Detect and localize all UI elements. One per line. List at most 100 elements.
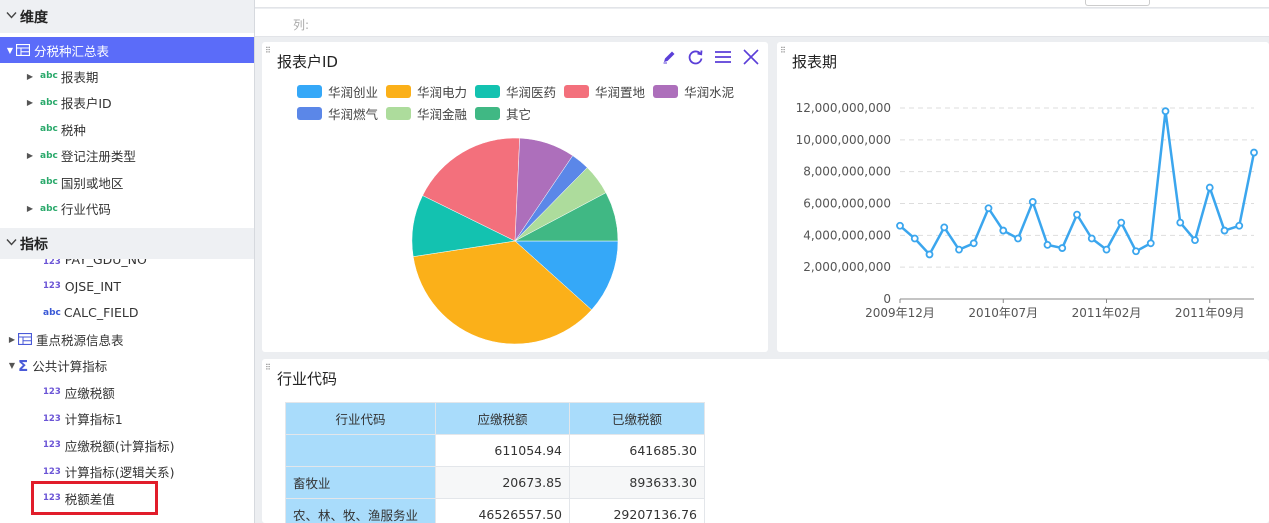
group-name: 公共计算指标 bbox=[32, 359, 108, 375]
data-point[interactable] bbox=[1102, 245, 1111, 254]
expand-down-icon[interactable]: ▼ bbox=[6, 361, 18, 370]
data-point[interactable] bbox=[1235, 221, 1244, 230]
table-cell: 46526557.50 bbox=[435, 498, 570, 523]
data-point[interactable] bbox=[896, 221, 904, 230]
table-cell: 893633.30 bbox=[569, 466, 705, 499]
data-point[interactable] bbox=[1043, 240, 1052, 249]
data-point[interactable] bbox=[940, 223, 949, 232]
field-label: 税种 bbox=[60, 122, 86, 138]
calc-field[interactable]: 123 应缴税额 bbox=[0, 379, 254, 406]
data-point[interactable] bbox=[955, 245, 963, 254]
expand-right-icon[interactable]: ▶ bbox=[24, 204, 36, 213]
table-node-selected[interactable]: ▼ 分税种汇总表 bbox=[0, 37, 254, 63]
data-point[interactable] bbox=[1073, 210, 1081, 219]
text-type-icon: abc bbox=[43, 307, 61, 318]
calc-field[interactable]: 123 应缴税额(计算指标) bbox=[0, 432, 254, 459]
cut-list-item: 123 PAY_GDU_NO bbox=[43, 259, 147, 267]
data-point[interactable] bbox=[1014, 234, 1022, 243]
text-type-icon: abc bbox=[40, 150, 58, 161]
field-label: 行业代码 bbox=[60, 202, 111, 218]
pie-chart bbox=[411, 137, 619, 345]
field-label: 登记注册类型 bbox=[60, 149, 136, 165]
table-cell bbox=[285, 434, 436, 467]
text-type-icon: abc bbox=[40, 177, 58, 188]
expand-right-icon[interactable]: ▶ bbox=[24, 72, 36, 81]
data-point[interactable] bbox=[969, 239, 978, 248]
text-type-icon: abc bbox=[40, 97, 58, 108]
data-point[interactable] bbox=[925, 250, 934, 259]
field-label: 应缴税额(计算指标) bbox=[64, 438, 175, 454]
metric-field-ojse[interactable]: 123 OJSE_INT bbox=[0, 273, 254, 300]
table-cell: 29207136.76 bbox=[569, 498, 705, 523]
number-type-icon: 123 bbox=[43, 466, 61, 477]
table-cell: 农、林、牧、渔服务业 bbox=[285, 498, 436, 523]
field-label: 计算指标(逻辑关系) bbox=[64, 465, 175, 481]
calc-field[interactable]: 123 计算指标1 bbox=[0, 406, 254, 433]
data-point[interactable] bbox=[1146, 239, 1155, 248]
y-tick-label: 6,000,000,000 bbox=[803, 197, 891, 211]
field-label: 计算指标1 bbox=[64, 412, 123, 428]
x-tick-label: 2011年09月 bbox=[1175, 306, 1245, 320]
data-point[interactable] bbox=[1161, 107, 1170, 116]
column-header[interactable]: 已缴税额 bbox=[569, 402, 705, 435]
data-point[interactable] bbox=[1220, 226, 1229, 235]
expand-right-icon[interactable]: ▶ bbox=[6, 335, 18, 344]
x-tick-label: 2009年12月 bbox=[865, 306, 935, 320]
field-sidebar: 维度 ▼ 分税种汇总表 ▶ abc 报表期 ▶ abc 报表户ID abc 税种 ▶ abc 登记注… bbox=[0, 0, 255, 523]
y-tick-label: 2,000,000,000 bbox=[803, 260, 891, 274]
pie-chart-panel: ⠿ 报表户ID 华润创业 华润电力 华润医药 华润置地 华润水泥 华润燃气 华润金融 其它 bbox=[262, 42, 768, 352]
data-point[interactable] bbox=[984, 204, 993, 213]
data-point[interactable] bbox=[1117, 218, 1126, 227]
data-point[interactable] bbox=[999, 226, 1008, 235]
x-tick-label: 2010年07月 bbox=[968, 306, 1038, 320]
y-tick-label: 12,000,000,000 bbox=[796, 101, 891, 115]
text-type-icon: abc bbox=[40, 203, 58, 214]
expand-down-icon[interactable]: ▼ bbox=[4, 46, 16, 55]
column-header[interactable]: 应缴税额 bbox=[435, 402, 570, 435]
line-chart: 0 2,000,000,000 4,000,000,000 6,000,000,000… bbox=[796, 101, 1258, 320]
column-header[interactable]: 行业代码 bbox=[285, 402, 436, 435]
dimension-field[interactable]: abc 税种 bbox=[0, 116, 254, 143]
data-point[interactable] bbox=[1205, 183, 1214, 192]
number-type-icon: 123 bbox=[43, 440, 61, 451]
dimension-field[interactable]: ▶ abc 报表户ID bbox=[0, 90, 254, 117]
sigma-icon: Σ bbox=[18, 356, 29, 375]
data-point[interactable] bbox=[1176, 218, 1185, 227]
chevron-down-icon[interactable] bbox=[6, 10, 17, 23]
dimension-field[interactable]: ▶ abc 行业代码 bbox=[0, 196, 254, 223]
chevron-down-icon[interactable] bbox=[6, 237, 17, 250]
table-header-row: 行业代码 应缴税额 已缴税额 bbox=[285, 402, 705, 435]
table-icon bbox=[18, 333, 32, 346]
toolbar-control[interactable] bbox=[1085, 0, 1150, 6]
expand-right-icon[interactable]: ▶ bbox=[24, 151, 36, 160]
data-point[interactable] bbox=[1087, 234, 1096, 243]
dimension-field[interactable]: ▶ abc 报表期 bbox=[0, 63, 254, 90]
dimensions-header[interactable]: 维度 bbox=[0, 0, 254, 33]
data-point[interactable] bbox=[1132, 247, 1140, 256]
data-table: 行业代码 应缴税额 已缴税额 611054.94 641685.30 畜牧业 2… bbox=[285, 402, 705, 523]
table-panel: ⠿ 行业代码 行业代码 应缴税额 已缴税额 611054.94 641685.3… bbox=[262, 359, 1269, 523]
field-label: 应缴税额 bbox=[64, 385, 115, 401]
data-point[interactable] bbox=[910, 234, 919, 243]
metrics-header[interactable]: 指标 bbox=[0, 228, 254, 259]
group-node-calc[interactable]: ▼ Σ 公共计算指标 bbox=[0, 353, 254, 380]
column-drop-bar[interactable]: 列: bbox=[255, 9, 1269, 37]
table-cell: 畜牧业 bbox=[285, 466, 436, 499]
field-label: 报表户ID bbox=[60, 96, 112, 112]
data-point[interactable] bbox=[1028, 198, 1037, 206]
table-cell: 641685.30 bbox=[569, 434, 705, 467]
table-row: 农、林、牧、渔服务业 46526557.50 29207136.76 bbox=[285, 498, 705, 523]
data-point[interactable] bbox=[1191, 236, 1199, 245]
field-label: 报表期 bbox=[60, 69, 99, 85]
table-name: 重点税源信息表 bbox=[36, 332, 124, 348]
field-label: OJSE_INT bbox=[64, 278, 122, 294]
drag-handle-icon[interactable]: ⠿ bbox=[265, 363, 271, 372]
table-name: 分税种汇总表 bbox=[34, 43, 110, 59]
dimension-field[interactable]: ▶ abc 登记注册类型 bbox=[0, 143, 254, 170]
dimension-field[interactable]: abc 国别或地区 bbox=[0, 169, 254, 196]
table-node-key-tax[interactable]: ▶ 重点税源信息表 bbox=[0, 326, 254, 353]
data-point[interactable] bbox=[1058, 244, 1067, 252]
metric-field-calc[interactable]: abc CALC_FIELD bbox=[0, 300, 254, 327]
expand-right-icon[interactable]: ▶ bbox=[24, 98, 36, 107]
data-point[interactable] bbox=[1250, 148, 1258, 157]
